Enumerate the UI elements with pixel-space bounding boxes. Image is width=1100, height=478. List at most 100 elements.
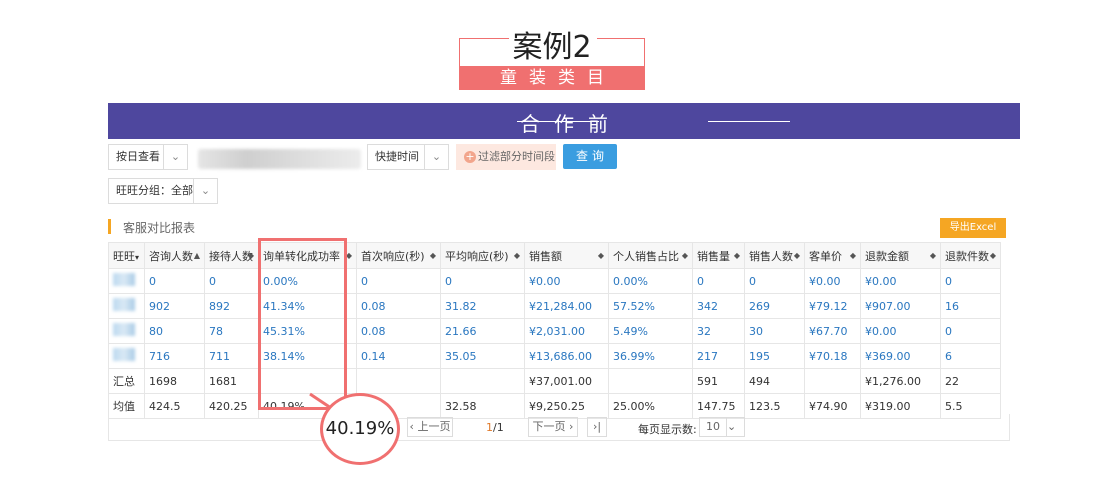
section-marker bbox=[108, 219, 111, 234]
table-cell bbox=[440, 368, 525, 394]
avatar bbox=[113, 273, 135, 286]
group-select[interactable]: 旺旺分组：全部 ⌄ bbox=[108, 178, 218, 204]
wangwang-cell[interactable] bbox=[108, 343, 145, 369]
table-cell: ¥0.00 bbox=[860, 268, 941, 294]
quick-time-select[interactable]: 快捷时间 ⌄ bbox=[367, 144, 449, 170]
sort-icon: ◆ bbox=[247, 251, 254, 260]
title-divider-left bbox=[459, 38, 509, 39]
table-cell: 1698 bbox=[144, 368, 205, 394]
title-frame-right bbox=[644, 38, 645, 66]
callout-value: 40.19% bbox=[320, 393, 400, 465]
col-sales-share[interactable]: 个人销售占比 ◆ bbox=[608, 242, 693, 269]
page-indicator: 1/1 bbox=[486, 421, 504, 434]
table-cell: 32 bbox=[692, 318, 745, 344]
table-cell: 0.14 bbox=[356, 343, 441, 369]
table-cell: 16 bbox=[940, 293, 1001, 319]
table-cell: 21.66 bbox=[440, 318, 525, 344]
table-cell: 0 bbox=[692, 268, 745, 294]
col-received[interactable]: 接待人数 ◆ bbox=[204, 242, 259, 269]
table-cell: 35.05 bbox=[440, 343, 525, 369]
per-page-select[interactable]: 10 ⌄ bbox=[699, 417, 745, 437]
table-cell: 78 bbox=[204, 318, 259, 344]
col-avg-response[interactable]: 平均响应(秒) ◆ bbox=[440, 242, 525, 269]
table-cell: 0 bbox=[744, 268, 805, 294]
col-sales-volume[interactable]: 销售量 ◆ bbox=[692, 242, 745, 269]
avatar bbox=[113, 298, 135, 311]
wangwang-cell[interactable] bbox=[108, 268, 145, 294]
chevron-down-icon: ⌄ bbox=[424, 145, 448, 169]
table-cell: 711 bbox=[204, 343, 259, 369]
table-cell: 269 bbox=[744, 293, 805, 319]
sort-icon: ◆ bbox=[733, 251, 740, 260]
highlight-box bbox=[258, 238, 347, 410]
col-refund-count[interactable]: 退款件数 ◆ bbox=[940, 242, 1001, 269]
category-label: 童装类目 bbox=[459, 66, 645, 90]
table-cell: ¥907.00 bbox=[860, 293, 941, 319]
table-cell: ¥70.18 bbox=[804, 343, 861, 369]
avatar bbox=[113, 348, 135, 361]
section-banner: 合作前 bbox=[108, 103, 1020, 139]
table-cell: 892 bbox=[204, 293, 259, 319]
table-cell: ¥0.00 bbox=[524, 268, 609, 294]
wangwang-cell[interactable] bbox=[108, 293, 145, 319]
case-title: 案例2 bbox=[512, 30, 592, 65]
table-cell: 0 bbox=[940, 318, 1001, 344]
quick-time-label: 快捷时间 bbox=[375, 150, 419, 163]
table-cell bbox=[608, 368, 693, 394]
table-cell: 31.82 bbox=[440, 293, 525, 319]
wangwang-cell[interactable] bbox=[108, 318, 145, 344]
next-page-button[interactable]: 下一页 › bbox=[528, 417, 578, 437]
plus-icon: + bbox=[464, 150, 476, 163]
table-cell: 195 bbox=[744, 343, 805, 369]
filter-periods-label: 过滤部分时间段 bbox=[478, 150, 555, 163]
table-cell: 342 bbox=[692, 293, 745, 319]
prev-page-button[interactable]: ‹ 上一页 bbox=[407, 417, 453, 437]
summary-row: 汇总 1698 1681 ¥37,001.00 591 494 ¥1,276.00 22 bbox=[108, 368, 1001, 394]
chevron-down-icon: ⌄ bbox=[163, 145, 187, 169]
table-cell: 591 bbox=[692, 368, 745, 394]
query-button[interactable]: 查询 bbox=[563, 144, 617, 169]
table-cell: 汇总 bbox=[108, 368, 145, 394]
table-cell: ¥21,284.00 bbox=[524, 293, 609, 319]
sort-icon: ▲ bbox=[193, 251, 200, 260]
sort-icon: ◆ bbox=[989, 251, 996, 260]
title-divider-right bbox=[597, 38, 645, 39]
col-refund-amount[interactable]: 退款金额 ◆ bbox=[860, 242, 941, 269]
last-page-button[interactable]: ›| bbox=[587, 417, 607, 437]
view-mode-select[interactable]: 按日查看 ⌄ bbox=[108, 144, 188, 170]
col-sales[interactable]: 销售额 ◆ bbox=[524, 242, 609, 269]
report-title: 客服对比报表 bbox=[123, 221, 196, 235]
col-first-response[interactable]: 首次响应(秒) ◆ bbox=[356, 242, 441, 269]
col-buyers[interactable]: 销售人数 ◆ bbox=[744, 242, 805, 269]
banner-title: 合作前 bbox=[520, 112, 622, 136]
per-page-label: 每页显示数: bbox=[638, 423, 697, 436]
table-cell: 0 bbox=[144, 268, 205, 294]
export-excel-button[interactable]: 导出Excel bbox=[940, 218, 1006, 238]
table-row: 0 0 0.00% 0 0 ¥0.00 0.00% 0 0 ¥0.00 ¥0.00 0 bbox=[108, 268, 1001, 294]
table-cell: ¥0.00 bbox=[804, 268, 861, 294]
date-range-input[interactable] bbox=[198, 149, 361, 169]
chevron-down-icon: ⌄ bbox=[726, 418, 744, 436]
col-avg-order[interactable]: 客单价 ◆ bbox=[804, 242, 861, 269]
table-cell: ¥67.70 bbox=[804, 318, 861, 344]
table-cell: 716 bbox=[144, 343, 205, 369]
table-cell: 80 bbox=[144, 318, 205, 344]
sort-icon: ◆ bbox=[513, 251, 520, 260]
group-label: 旺旺分组：全部 bbox=[116, 184, 193, 197]
sort-icon: ◆ bbox=[793, 251, 800, 260]
col-wangwang[interactable]: 旺旺▾ bbox=[108, 242, 145, 269]
table-cell: ¥2,031.00 bbox=[524, 318, 609, 344]
table-header-row: 旺旺▾ 咨询人数 ▲ 接待人数 ◆ 询单转化成功率 ◆ 首次响应(秒) ◆ 平均响应(秒… bbox=[108, 242, 1001, 269]
table-cell: 0 bbox=[440, 268, 525, 294]
sort-icon: ◆ bbox=[849, 251, 856, 260]
filter-periods-button[interactable]: + 过滤部分时间段 bbox=[456, 144, 556, 170]
table-cell: ¥79.12 bbox=[804, 293, 861, 319]
sort-icon: ◆ bbox=[429, 251, 436, 260]
table-cell: 0 bbox=[356, 268, 441, 294]
table-cell: ¥13,686.00 bbox=[524, 343, 609, 369]
table-cell: 57.52% bbox=[608, 293, 693, 319]
table-cell: 30 bbox=[744, 318, 805, 344]
table-cell: 0 bbox=[204, 268, 259, 294]
table-cell: 494 bbox=[744, 368, 805, 394]
col-inquiries[interactable]: 咨询人数 ▲ bbox=[144, 242, 205, 269]
